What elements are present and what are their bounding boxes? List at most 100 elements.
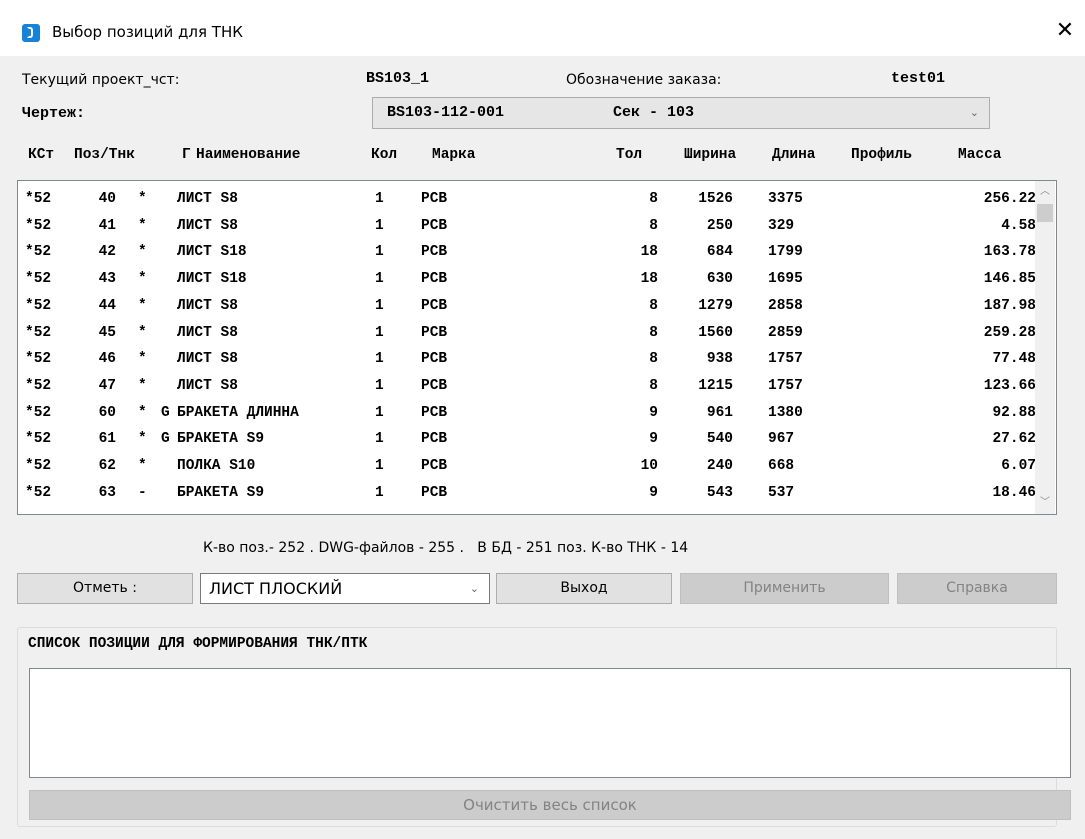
- cell-kst: *52: [25, 458, 52, 474]
- col-header-poz: Поз/Тнк: [74, 147, 135, 163]
- table-row[interactable]: *52 47 * ЛИСТ S8 1 РСВ 8 1215 1757 123.66: [18, 373, 1038, 399]
- cell-mass: 6.07: [1001, 458, 1036, 474]
- cell-name: ЛИСТ S18: [177, 244, 247, 261]
- table-row[interactable]: *52 43 * ЛИСТ S18 1 РСВ 18 630 1695 146.85: [18, 266, 1038, 292]
- cell-kst: *52: [25, 484, 52, 501]
- cell-mass: 27.62: [992, 431, 1036, 448]
- exit-button[interactable]: Выход: [496, 573, 672, 604]
- cell-qty: 1: [375, 191, 384, 207]
- cell-kst: *52: [25, 244, 52, 261]
- clear-list-button[interactable]: Очистить весь список: [29, 790, 1071, 820]
- cell-grade: РСВ: [421, 351, 448, 368]
- cell-qty: 1: [375, 404, 384, 421]
- cell-grade: РСВ: [421, 244, 448, 261]
- drawing-label: Чертеж:: [22, 105, 86, 122]
- cell-mass: 123.66: [983, 377, 1036, 394]
- cell-marker: *: [138, 377, 147, 394]
- col-header-length: Длина: [772, 147, 816, 163]
- cell-qty: 1: [375, 377, 384, 394]
- cell-name: ПОЛКА S10: [177, 458, 256, 474]
- scroll-up-icon[interactable]: ︿: [1035, 181, 1055, 201]
- cell-marker: *: [138, 324, 147, 341]
- table-row[interactable]: *52 63 - БРАКЕТА S9 1 РСВ 9 543 537 18.46: [18, 480, 1038, 506]
- drawing-select[interactable]: BS103-112-001 Сек - 103 ⌄: [372, 97, 990, 129]
- drawing-section: Сек - 103: [613, 104, 695, 121]
- table-row[interactable]: *52 46 * ЛИСТ S8 1 РСВ 8 938 1757 77.48: [18, 346, 1038, 372]
- cell-name: БРАКЕТА ДЛИННА: [177, 404, 299, 421]
- cell-marker: *: [138, 404, 147, 421]
- cell-mass: 146.85: [983, 271, 1036, 288]
- cell-width: 543: [706, 484, 733, 501]
- cell-length: 3375: [768, 191, 803, 207]
- cell-thickness: 8: [649, 324, 658, 341]
- table-row[interactable]: *52 42 * ЛИСТ S18 1 РСВ 18 684 1799 163.78: [18, 239, 1038, 265]
- help-button[interactable]: Справка: [897, 573, 1057, 604]
- cell-thickness: 8: [649, 297, 658, 314]
- cell-name: БРАКЕТА S9: [177, 431, 265, 448]
- cell-name: ЛИСТ S8: [177, 297, 238, 314]
- cell-kst: *52: [25, 404, 52, 421]
- col-header-profile: Профиль: [851, 147, 912, 163]
- col-header-width: Ширина: [684, 147, 737, 163]
- col-header-qty: Кол: [371, 147, 398, 163]
- cell-mass: 256.22: [983, 191, 1036, 207]
- status-text: К-во поз.- 252 . DWG-файлов - 255 . В БД…: [203, 540, 689, 556]
- cell-name: ЛИСТ S8: [177, 377, 238, 394]
- cell-thickness: 9: [649, 404, 658, 421]
- table-row[interactable]: *52 40 * ЛИСТ S8 1 РСВ 8 1526 3375 256.22: [18, 186, 1038, 212]
- positions-grid[interactable]: *52 40 * ЛИСТ S8 1 РСВ 8 1526 3375 256.22 *52 41 * ЛИ…: [17, 180, 1057, 515]
- cell-width: 1279: [698, 297, 733, 314]
- selected-positions-list[interactable]: [29, 668, 1071, 778]
- cell-pos: 45: [98, 324, 116, 341]
- cell-kst: *52: [25, 431, 52, 448]
- mark-button[interactable]: Отметь :: [17, 573, 193, 604]
- cell-grade: РСВ: [421, 404, 448, 421]
- cell-marker: *: [138, 297, 147, 314]
- apply-button[interactable]: Применить: [680, 573, 889, 604]
- cell-mass: 163.78: [983, 244, 1036, 261]
- cell-mass: 259.28: [983, 324, 1036, 341]
- cell-name: ЛИСТ S8: [177, 191, 238, 207]
- cell-marker: *: [138, 431, 147, 448]
- cell-kst: *52: [25, 324, 52, 341]
- table-row[interactable]: *52 44 * ЛИСТ S8 1 РСВ 8 1279 2858 187.98: [18, 293, 1038, 319]
- cell-width: 1526: [698, 191, 733, 207]
- cell-length: 329: [768, 217, 795, 234]
- scroll-down-icon[interactable]: ﹀: [1035, 494, 1055, 514]
- cell-marker: *: [138, 191, 147, 207]
- cell-mass: 92.88: [992, 404, 1036, 421]
- table-row[interactable]: *52 60 * G БРАКЕТА ДЛИННА 1 РСВ 9 961 1380 92.88: [18, 400, 1038, 426]
- cell-qty: 1: [375, 271, 384, 288]
- cell-width: 684: [706, 244, 733, 261]
- table-row[interactable]: *52 45 * ЛИСТ S8 1 РСВ 8 1560 2859 259.28: [18, 320, 1038, 346]
- scroll-thumb[interactable]: [1037, 204, 1053, 222]
- cell-length: 2858: [768, 297, 803, 314]
- cell-thickness: 9: [649, 431, 658, 448]
- type-filter-select[interactable]: ЛИСТ ПЛОСКИЙ ⌄: [200, 573, 490, 604]
- col-header-kst: КСт: [28, 147, 55, 163]
- cell-pos: 42: [98, 244, 116, 261]
- cell-grade: РСВ: [421, 458, 448, 474]
- table-row[interactable]: *52 41 * ЛИСТ S8 1 РСВ 8 250 329 4.58: [18, 213, 1038, 239]
- cell-length: 1757: [768, 377, 803, 394]
- close-icon[interactable]: ✕: [1052, 18, 1078, 44]
- table-row[interactable]: *52 62 * ПОЛКА S10 1 РСВ 10 240 668 6.07: [18, 453, 1038, 479]
- cell-name: ЛИСТ S8: [177, 324, 238, 341]
- cell-kst: *52: [25, 377, 52, 394]
- cell-mass: 187.98: [983, 297, 1036, 314]
- cell-mass: 4.58: [1001, 217, 1036, 234]
- cell-thickness: 10: [640, 458, 658, 474]
- cell-grade: РСВ: [421, 271, 448, 288]
- project-label: Текущий проект_чст:: [22, 72, 180, 88]
- cell-width: 250: [706, 217, 733, 234]
- cell-qty: 1: [375, 244, 384, 261]
- cell-qty: 1: [375, 351, 384, 368]
- grid-scrollbar[interactable]: ︿ ﹀: [1035, 181, 1055, 514]
- cell-grade: РСВ: [421, 191, 448, 207]
- cell-length: 668: [768, 458, 795, 474]
- table-row[interactable]: *52 61 * G БРАКЕТА S9 1 РСВ 9 540 967 27.62: [18, 426, 1038, 452]
- cell-pos: 47: [98, 377, 116, 394]
- col-header-g: Г: [182, 147, 191, 163]
- cell-kst: *52: [25, 351, 52, 368]
- cell-kst: *52: [25, 297, 52, 314]
